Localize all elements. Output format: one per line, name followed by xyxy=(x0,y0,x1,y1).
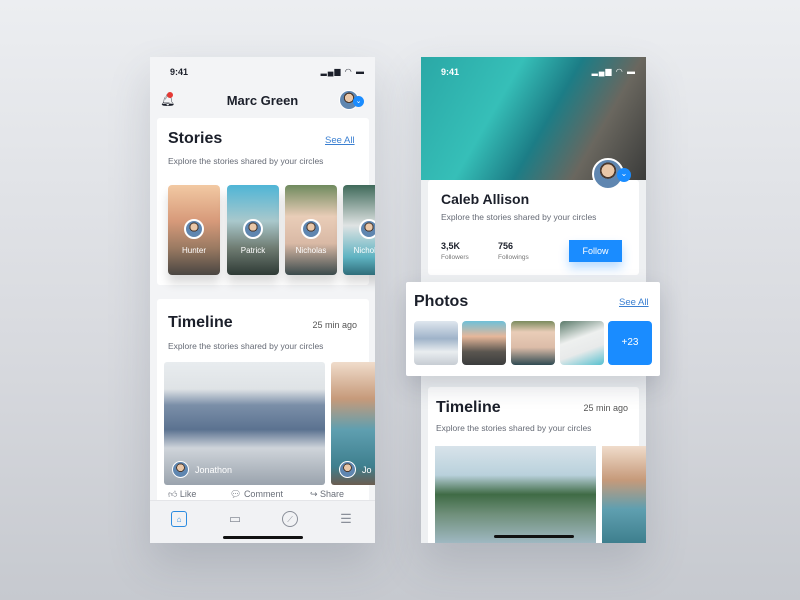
timeline-title: Timeline xyxy=(168,314,233,331)
home-icon[interactable]: ⌂ xyxy=(171,511,187,527)
post-image[interactable]: Jo xyxy=(331,362,375,485)
status-icons: ▂▄▆ ◠ ▬ xyxy=(320,67,365,76)
profile-card: Caleb Allison Explore the stories shared… xyxy=(428,180,639,275)
post-image[interactable]: Jonathon xyxy=(164,362,325,485)
status-time: 9:41 xyxy=(441,67,460,77)
story-card[interactable]: Nicholas xyxy=(285,185,337,275)
timeline-time: 25 min ago xyxy=(312,320,357,330)
like-button[interactable]: 👍︎ Like xyxy=(168,489,196,499)
stories-see-all[interactable]: See All xyxy=(325,135,355,146)
photos-title: Photos xyxy=(414,293,469,310)
story-card[interactable]: Patrick xyxy=(227,185,279,275)
photos-see-all[interactable]: See All xyxy=(619,297,649,308)
followers-count: 3,5K xyxy=(441,241,461,251)
photo-thumb[interactable] xyxy=(462,321,506,365)
followings-label: Followings xyxy=(498,254,529,261)
more-photos-button[interactable]: +23 xyxy=(608,321,652,365)
follow-button[interactable]: Follow xyxy=(569,240,622,262)
post-image[interactable] xyxy=(602,446,646,543)
chevron-down-icon[interactable]: ⌄ xyxy=(617,168,631,182)
followings-count: 756 xyxy=(498,241,514,251)
status-icons: ▂▄▆ ◠ ▬ xyxy=(591,67,636,76)
chevron-down-icon[interactable]: ⌄ xyxy=(353,96,364,107)
home-indicator xyxy=(223,536,303,539)
profile-subtitle: Explore the stories shared by your circl… xyxy=(441,212,597,222)
timeline-time: 25 min ago xyxy=(583,403,628,413)
stories-subtitle: Explore the stories shared by your circl… xyxy=(168,156,324,166)
photo-thumb[interactable] xyxy=(560,321,604,365)
timeline-subtitle: Explore the stories shared by your circl… xyxy=(436,423,592,433)
filter-icon[interactable]: ☰ xyxy=(338,511,354,527)
stories-title: Stories xyxy=(168,130,223,147)
photo-thumb[interactable] xyxy=(511,321,555,365)
profile-name: Caleb Allison xyxy=(441,191,530,207)
photo-thumb[interactable] xyxy=(414,321,458,365)
share-button[interactable]: ↪ Share xyxy=(310,489,344,499)
stories-card: Stories See All Explore the stories shar… xyxy=(157,118,375,285)
status-time: 9:41 xyxy=(170,67,189,77)
post-author: Jonathon xyxy=(195,465,233,475)
photos-card: Photos See All +23 xyxy=(406,282,660,376)
story-card[interactable]: Hunter xyxy=(168,185,220,275)
chat-icon[interactable]: ▭ xyxy=(227,511,243,527)
comment-button[interactable]: 💬︎ Comment xyxy=(230,489,283,499)
timeline-subtitle: Explore the stories shared by your circl… xyxy=(168,341,324,351)
home-indicator xyxy=(494,535,574,538)
post-image[interactable] xyxy=(435,446,596,543)
timeline-title: Timeline xyxy=(436,399,501,416)
left-phone: 9:41 ▂▄▆ ◠ ▬ 🔔︎ Marc Green ⌄ Stories See… xyxy=(150,57,375,543)
compass-icon[interactable]: ⟋ xyxy=(282,511,298,527)
story-card[interactable]: Nicholas xyxy=(343,185,375,275)
post-author: Jo xyxy=(362,465,372,475)
followers-label: Followers xyxy=(441,254,469,261)
tab-bar: ⌂ ▭ ⟋ ☰ xyxy=(150,500,375,543)
